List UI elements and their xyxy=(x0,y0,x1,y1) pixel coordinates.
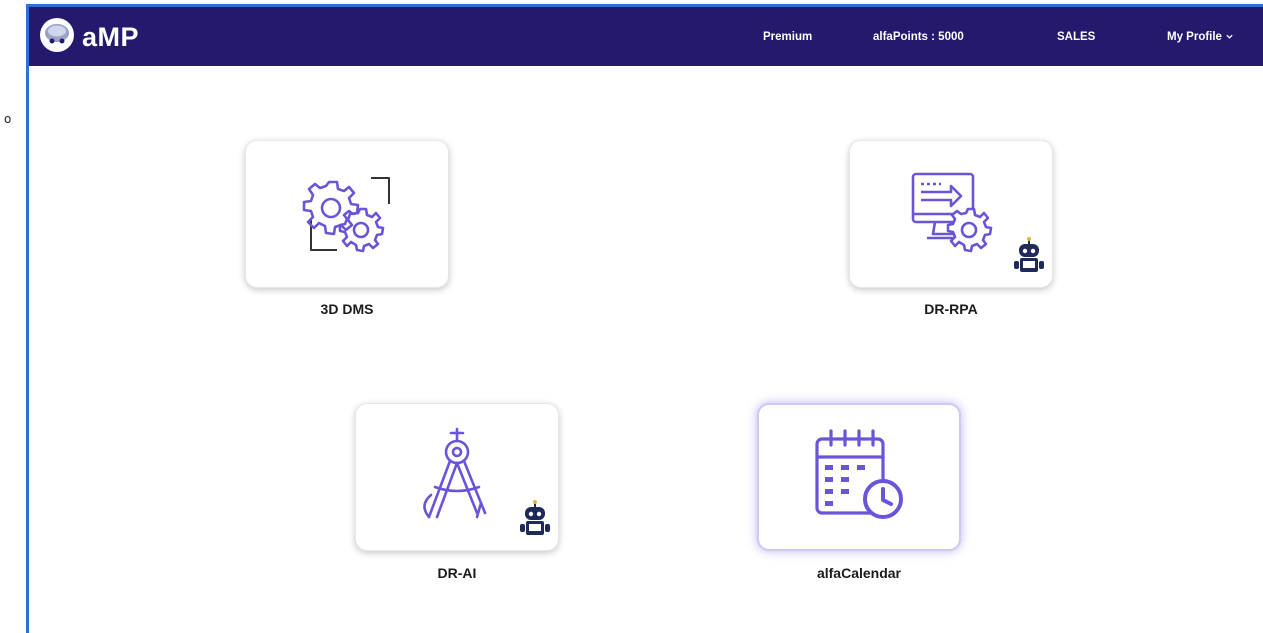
robot-icon xyxy=(1012,236,1046,281)
calendar-clock-icon xyxy=(807,425,911,530)
app-card-dr-ai[interactable] xyxy=(355,403,559,551)
compass-icon xyxy=(407,425,507,530)
nav-premium-link[interactable]: Premium xyxy=(763,7,812,66)
page-frame xyxy=(26,4,1263,633)
app-label-alfacalendar[interactable]: alfaCalendar xyxy=(757,565,961,581)
brand-logo[interactable]: aMP xyxy=(37,17,139,57)
my-profile-dropdown[interactable]: My Profile xyxy=(1167,7,1234,66)
brand-title: aMP xyxy=(82,21,140,52)
my-profile-label: My Profile xyxy=(1167,30,1222,43)
top-navbar: aMP Premium alfaPoints : 5000 SALES My P… xyxy=(29,7,1263,66)
stray-mark: o xyxy=(4,112,12,126)
brand-logo-icon xyxy=(37,15,77,60)
nav-sales-link[interactable]: SALES xyxy=(1057,7,1095,66)
app-card-dr-rpa[interactable] xyxy=(849,140,1053,288)
robot-icon xyxy=(518,499,552,544)
app-card-3d-dms[interactable] xyxy=(245,140,449,288)
computer-gear-icon xyxy=(901,164,1001,265)
chevron-down-icon xyxy=(1225,32,1234,41)
app-label-3d-dms[interactable]: 3D DMS xyxy=(245,301,449,317)
nav-alfapoints-link[interactable]: alfaPoints : 5000 xyxy=(873,7,964,66)
gears-icon xyxy=(297,164,397,265)
app-card-alfacalendar[interactable] xyxy=(757,403,961,551)
app-label-dr-rpa[interactable]: DR-RPA xyxy=(849,301,1053,317)
app-label-dr-ai[interactable]: DR-AI xyxy=(355,565,559,581)
